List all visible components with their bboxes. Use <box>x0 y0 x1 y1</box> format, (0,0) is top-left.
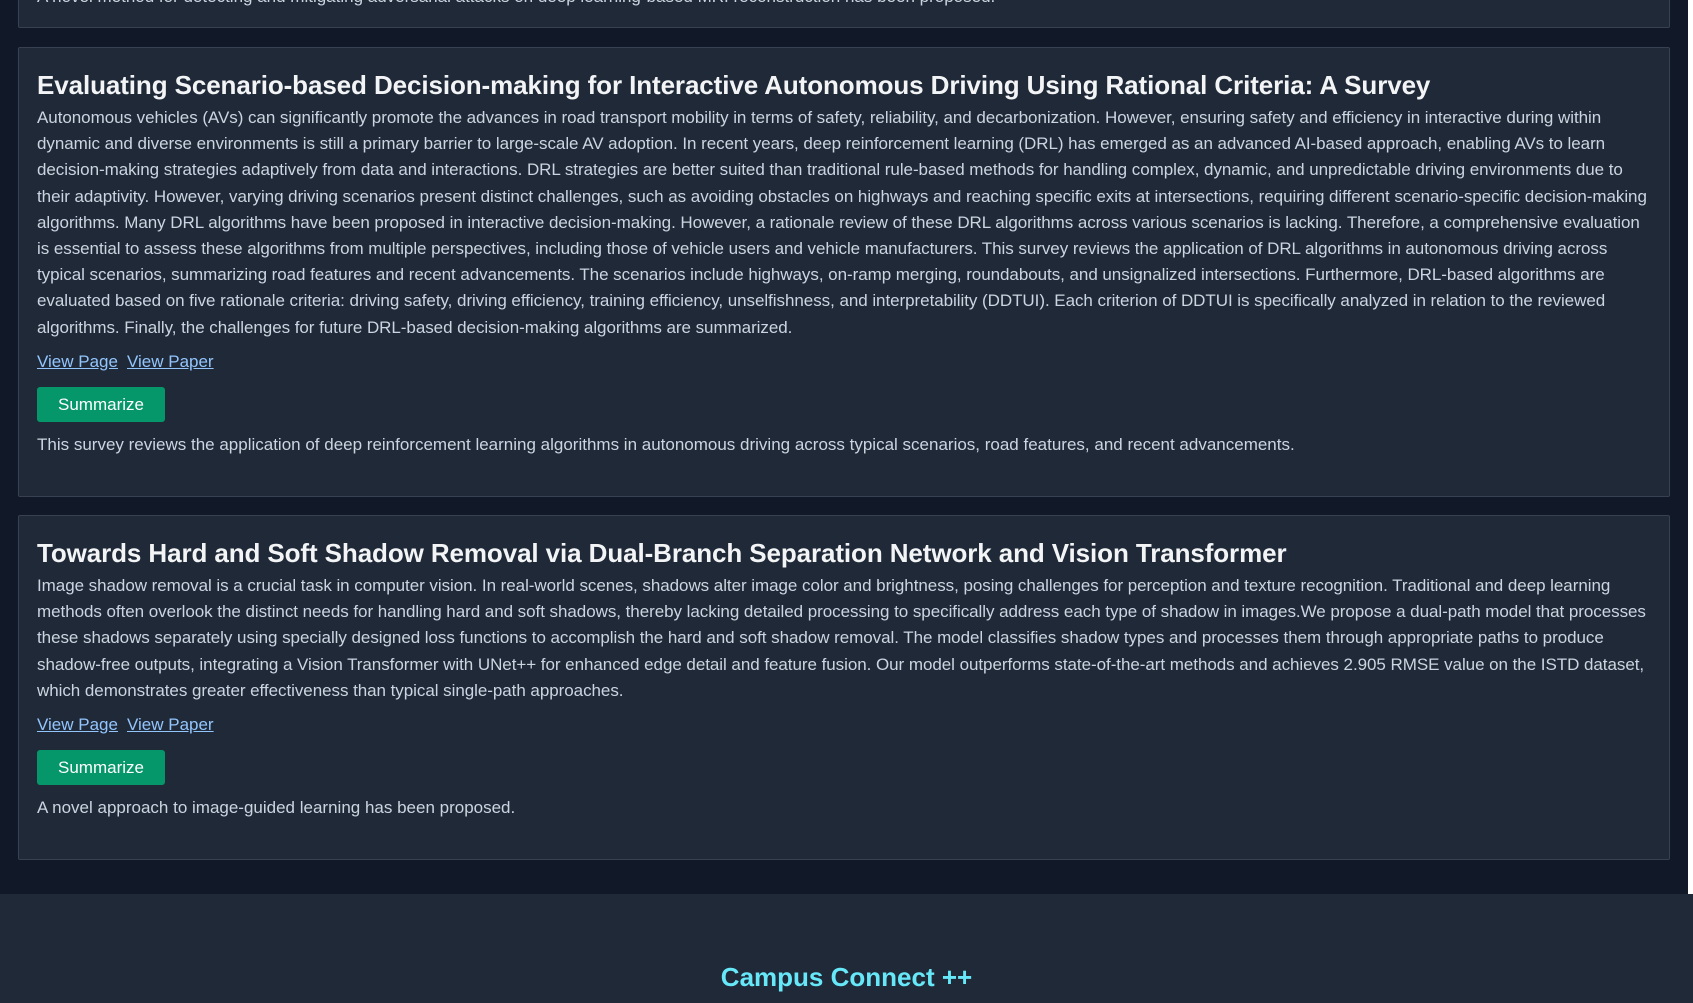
summarize-button[interactable]: Summarize <box>37 750 165 786</box>
paper-abstract: Autonomous vehicles (AVs) can significan… <box>37 108 1647 337</box>
paper-links: View Page View Paper <box>37 349 1651 375</box>
paper-summary: A novel method for detecting and mitigat… <box>37 0 995 10</box>
view-paper-link[interactable]: View Paper <box>127 349 214 375</box>
paper-title: Towards Hard and Soft Shadow Removal via… <box>37 538 1287 568</box>
site-footer: Campus Connect ++ <box>0 894 1693 1003</box>
paper-card-previous: A novel method for detecting and mitigat… <box>18 0 1670 28</box>
summarize-button[interactable]: Summarize <box>37 386 165 422</box>
view-page-link[interactable]: View Page <box>37 712 118 738</box>
view-page-link[interactable]: View Page <box>37 349 118 375</box>
view-paper-link[interactable]: View Paper <box>127 712 214 738</box>
paper-links: View Page View Paper <box>37 712 1651 738</box>
paper-card: Evaluating Scenario-based Decision-makin… <box>18 47 1670 497</box>
paper-abstract: Image shadow removal is a crucial task i… <box>37 576 1646 700</box>
footer-brand: Campus Connect ++ <box>720 962 973 992</box>
paper-summary: This survey reviews the application of d… <box>37 434 1295 454</box>
paper-card: Towards Hard and Soft Shadow Removal via… <box>18 515 1670 860</box>
paper-feed: A novel method for detecting and mitigat… <box>0 0 1688 894</box>
paper-title: Evaluating Scenario-based Decision-makin… <box>37 70 1431 100</box>
paper-summary: A novel approach to image-guided learnin… <box>37 798 516 818</box>
